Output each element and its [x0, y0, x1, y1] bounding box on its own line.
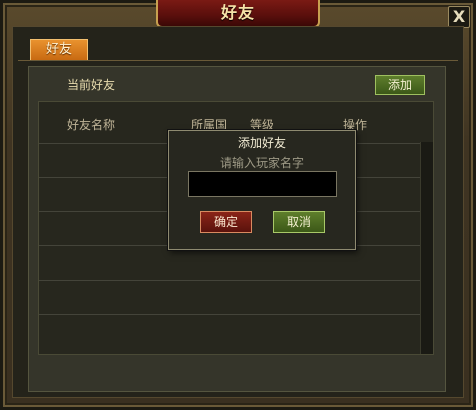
table-row: [39, 280, 420, 281]
window-title: 好友: [156, 0, 320, 28]
current-friends-label: 当前好友: [67, 78, 116, 92]
add-friend-dialog: 添加好友 请输入玩家名字 确定 取消: [168, 130, 356, 250]
dialog-hint: 请输入玩家名字: [219, 156, 304, 170]
table-scrollbar[interactable]: [420, 142, 433, 354]
table-row: [39, 314, 420, 315]
confirm-button[interactable]: 确定: [200, 211, 252, 233]
close-button[interactable]: X: [448, 6, 470, 28]
player-name-input[interactable]: [188, 171, 337, 197]
cancel-button[interactable]: 取消: [273, 211, 325, 233]
dialog-title: 添加好友: [237, 136, 286, 150]
add-friend-button[interactable]: 添加: [375, 75, 425, 95]
column-header-name: 好友名称: [67, 118, 116, 132]
tab-divider: [18, 60, 458, 61]
tab-friends[interactable]: 好友: [30, 39, 88, 61]
